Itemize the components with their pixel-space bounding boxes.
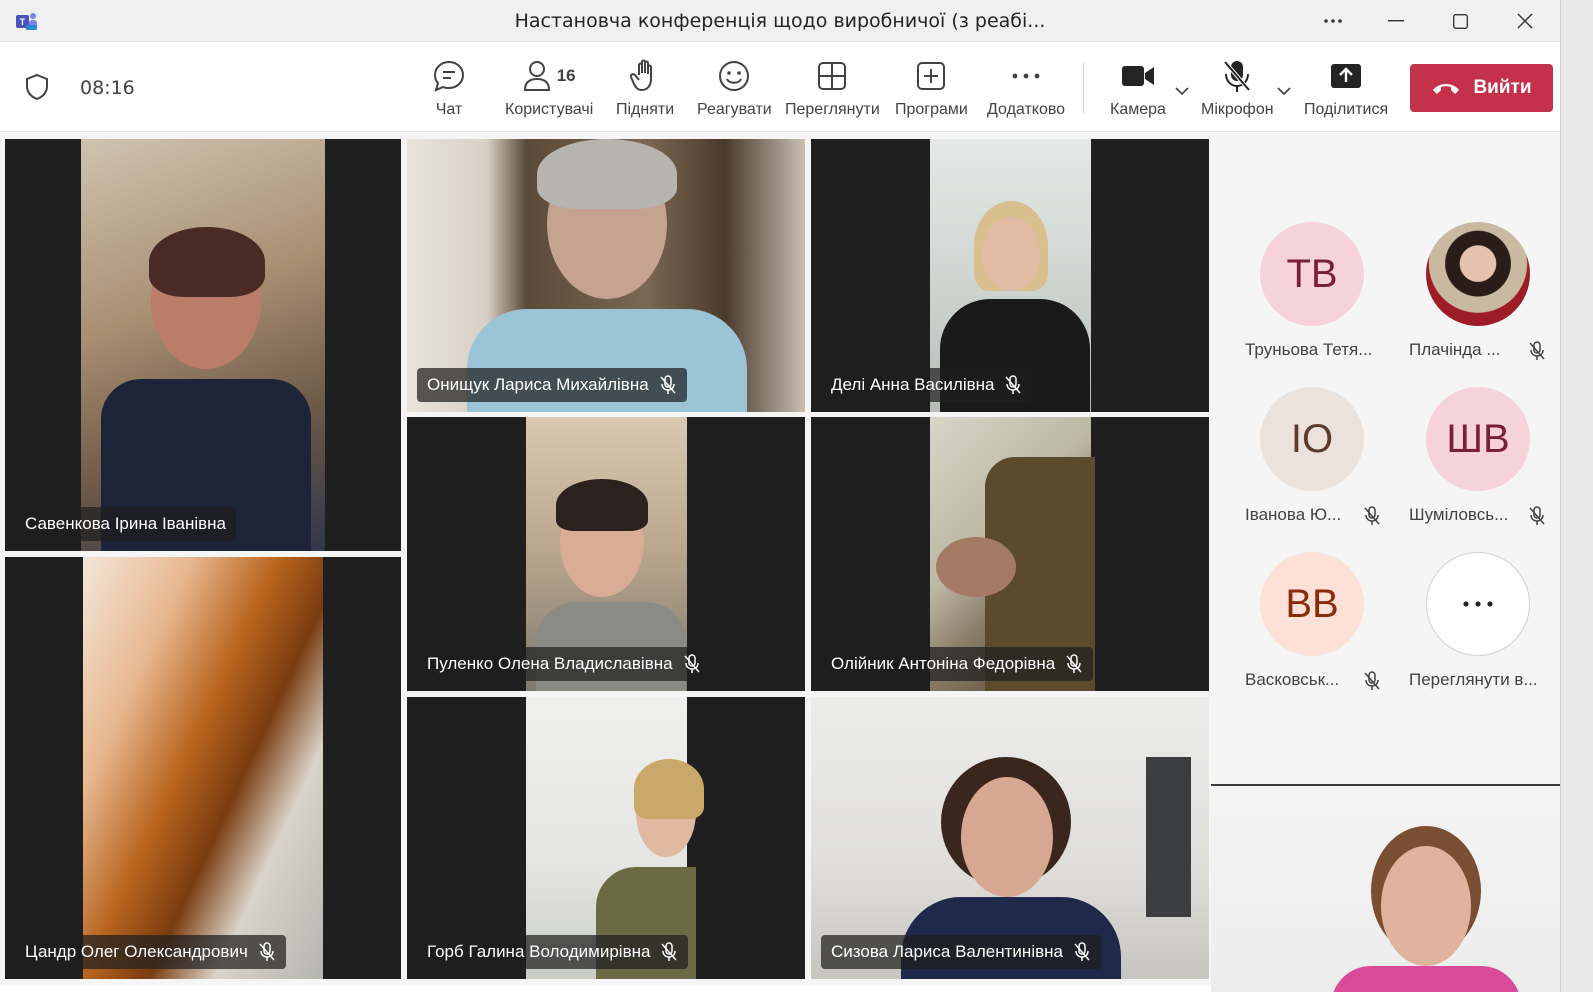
add-app-icon xyxy=(917,62,946,90)
people-count: 16 xyxy=(556,66,576,85)
participant-face xyxy=(961,777,1053,897)
participant-name: Цандр Олег Олександрович xyxy=(25,942,248,961)
mic-options-chevron-icon[interactable] xyxy=(1276,86,1292,96)
participant-name-tag: Пуленко Олена Владиславівна xyxy=(417,647,711,681)
mic-off-icon xyxy=(1223,60,1251,92)
avatar: ІО xyxy=(1260,387,1364,491)
video-tile[interactable]: Пуленко Олена Владиславівна xyxy=(407,417,805,691)
participant-video xyxy=(81,139,325,551)
participant-name-tag: Делі Анна Василівна xyxy=(821,368,1033,402)
avatar: ШВ xyxy=(1426,387,1530,491)
share-icon xyxy=(1331,64,1362,88)
toolbar-divider xyxy=(1083,63,1084,113)
avatar xyxy=(1426,222,1530,326)
react-button[interactable]: Реагувати xyxy=(697,57,772,119)
maximize-button[interactable] xyxy=(1440,6,1480,36)
participant-hair xyxy=(556,479,648,531)
apps-button[interactable]: Програми xyxy=(895,57,968,119)
participant-hair xyxy=(537,139,677,209)
title-bar: T Настановча конференція щодо виробничої… xyxy=(0,0,1593,42)
more-icon xyxy=(1463,601,1493,607)
chat-icon xyxy=(433,60,465,92)
minimize-button[interactable] xyxy=(1376,6,1416,36)
meeting-timer: 08:16 xyxy=(80,77,135,99)
participant-name-tag: Савенкова Ірина Іванівна xyxy=(15,507,237,541)
mic-off-icon xyxy=(661,942,678,961)
participant-hair xyxy=(634,759,704,819)
more-icon xyxy=(1012,73,1040,79)
hang-up-icon xyxy=(1433,84,1460,94)
self-view-video[interactable] xyxy=(1211,784,1571,992)
participant-name: Делі Анна Василівна xyxy=(831,375,995,394)
roster-name: Переглянути в... xyxy=(1409,670,1538,689)
participant-name-tag: Горб Галина Володимирівна xyxy=(417,935,689,969)
meeting-toolbar: 08:16 Чат 16 Користувачі Підняти Реагува… xyxy=(0,43,1560,132)
camera-options-chevron-icon[interactable] xyxy=(1174,86,1190,96)
roster-name: Труньова Тетя... xyxy=(1245,340,1373,359)
raise-hand-icon xyxy=(630,59,653,91)
participant-name-tag: Олійник Антоніна Федорівна xyxy=(821,647,1094,681)
video-tile[interactable]: Сизова Лариса Валентинівна xyxy=(811,697,1209,979)
participant-name-tag: Сизова Лариса Валентинівна xyxy=(821,935,1101,969)
shield-icon xyxy=(26,73,48,101)
background-window-edge xyxy=(1560,0,1593,992)
mic-off-icon xyxy=(1529,341,1545,360)
participant-face-front xyxy=(982,217,1040,291)
raise-hand-button[interactable]: Підняти xyxy=(616,57,674,119)
grid-view-icon xyxy=(818,62,847,90)
video-tile[interactable]: Савенкова Ірина Іванівна xyxy=(5,139,401,551)
participant-name: Пуленко Олена Владиславівна xyxy=(427,654,673,673)
more-participants-button[interactable] xyxy=(1426,552,1530,656)
mic-off-icon xyxy=(1074,942,1090,961)
share-button[interactable]: Поділитися xyxy=(1304,57,1388,119)
people-icon xyxy=(523,61,550,91)
leave-button[interactable]: Вийти xyxy=(1410,64,1553,112)
roster-name: Шуміловсь... xyxy=(1409,505,1509,524)
camera-icon xyxy=(1121,66,1154,86)
mic-off-icon xyxy=(259,942,275,961)
participant-name: Сизова Лариса Валентинівна xyxy=(831,942,1063,961)
view-button[interactable]: Переглянути xyxy=(785,57,880,119)
participant-name: Олійник Антоніна Федорівна xyxy=(831,654,1056,673)
video-tile[interactable]: Олійник Антоніна Федорівна xyxy=(811,417,1209,691)
roster-name: Плачінда ... xyxy=(1409,340,1501,359)
roster-name: Іванова Ю... xyxy=(1245,505,1342,524)
mic-off-icon xyxy=(684,654,700,673)
chat-button[interactable]: Чат xyxy=(432,57,466,119)
self-body xyxy=(1331,966,1521,992)
participant-face xyxy=(936,537,1016,597)
video-tile[interactable]: Делі Анна Василівна xyxy=(811,139,1209,412)
participant-name: Савенкова Ірина Іванівна xyxy=(25,514,227,533)
participant-name: Горб Галина Володимирівна xyxy=(427,942,651,961)
participant-name-tag: Цандр Олег Олександрович xyxy=(15,935,286,969)
camera-button[interactable]: Камера xyxy=(1110,57,1166,119)
mic-off-icon xyxy=(1529,506,1545,525)
monitor-shape xyxy=(1146,757,1191,917)
people-button[interactable]: 16 Користувачі xyxy=(505,57,593,119)
video-tile[interactable]: Горб Галина Володимирівна xyxy=(407,697,805,979)
roster-name: Васковськ... xyxy=(1245,670,1340,689)
emoji-icon xyxy=(719,61,750,91)
teams-meeting-window: T Настановча конференція щодо виробничої… xyxy=(0,0,1593,992)
self-face xyxy=(1381,846,1471,966)
video-tile[interactable]: Онищук Лариса Михайлівна xyxy=(407,139,805,412)
mic-off-icon xyxy=(1066,654,1082,673)
avatar: ВВ xyxy=(1260,552,1364,656)
participant-name: Онищук Лариса Михайлівна xyxy=(427,375,649,394)
participant-video xyxy=(83,557,323,979)
more-button[interactable]: Додатково xyxy=(987,57,1065,119)
video-tile[interactable]: Цандр Олег Олександрович xyxy=(5,557,401,979)
leave-label: Вийти xyxy=(1473,77,1532,98)
more-options-icon[interactable] xyxy=(1313,6,1353,36)
mic-off-icon xyxy=(1005,375,1022,394)
mic-off-icon xyxy=(660,375,676,394)
close-button[interactable] xyxy=(1505,6,1545,36)
mic-off-icon xyxy=(1364,506,1380,525)
microphone-button[interactable]: Мікрофон xyxy=(1201,57,1274,119)
participant-hair xyxy=(149,227,265,297)
participant-name-tag: Онищук Лариса Михайлівна xyxy=(417,368,687,402)
avatar: ТВ xyxy=(1260,222,1364,326)
mic-off-icon xyxy=(1364,671,1380,690)
